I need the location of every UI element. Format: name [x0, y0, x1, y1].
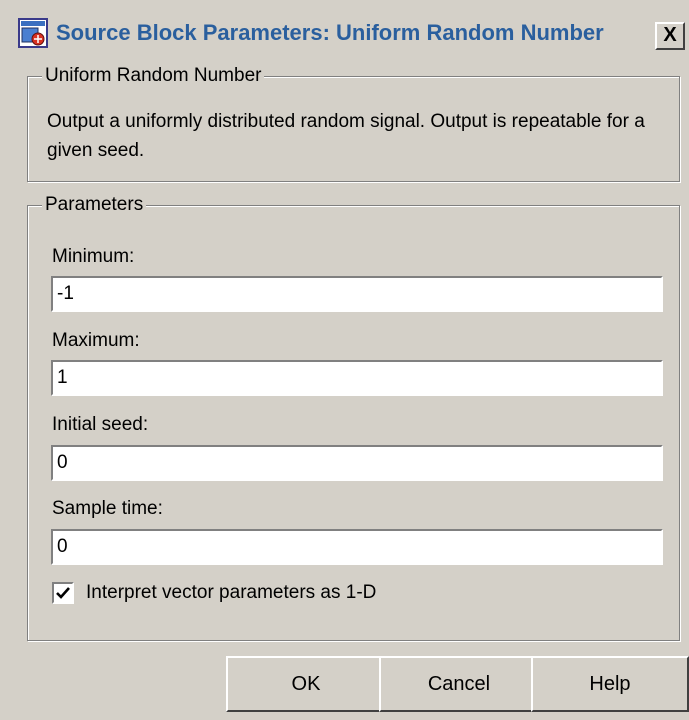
block-description: Output a uniformly distributed random si… [47, 111, 645, 161]
initial-seed-input[interactable] [51, 445, 663, 481]
help-button[interactable]: Help [531, 656, 689, 712]
simulink-block-icon [18, 18, 48, 48]
description-group-legend: Uniform Random Number [42, 64, 265, 88]
close-icon: X [663, 24, 677, 46]
sample-time-input[interactable] [51, 529, 663, 565]
title-bar[interactable]: Source Block Parameters: Uniform Random … [14, 8, 689, 58]
minimum-label: Minimum: [52, 246, 135, 267]
interpret-vector-checkbox[interactable] [52, 582, 74, 604]
source-block-parameters-dialog: Source Block Parameters: Uniform Random … [0, 0, 689, 720]
cancel-button[interactable]: Cancel [379, 656, 539, 712]
interpret-vector-row[interactable]: Interpret vector parameters as 1-D [52, 580, 376, 606]
minimum-input[interactable] [51, 276, 663, 312]
sample-time-label: Sample time: [52, 498, 163, 519]
parameters-group-legend: Parameters [42, 193, 147, 217]
maximum-label: Maximum: [52, 330, 140, 351]
parameters-group: Parameters Minimum: Maximum: Initial see… [27, 193, 680, 641]
ok-button[interactable]: OK [226, 656, 386, 712]
description-group: Uniform Random Number Output a uniformly… [27, 64, 680, 182]
checkmark-icon [56, 587, 70, 599]
close-button[interactable]: X [655, 22, 685, 50]
window-title: Source Block Parameters: Uniform Random … [56, 20, 604, 45]
initial-seed-label: Initial seed: [52, 414, 149, 435]
interpret-vector-label: Interpret vector parameters as 1-D [86, 582, 377, 603]
maximum-input[interactable] [51, 360, 663, 396]
